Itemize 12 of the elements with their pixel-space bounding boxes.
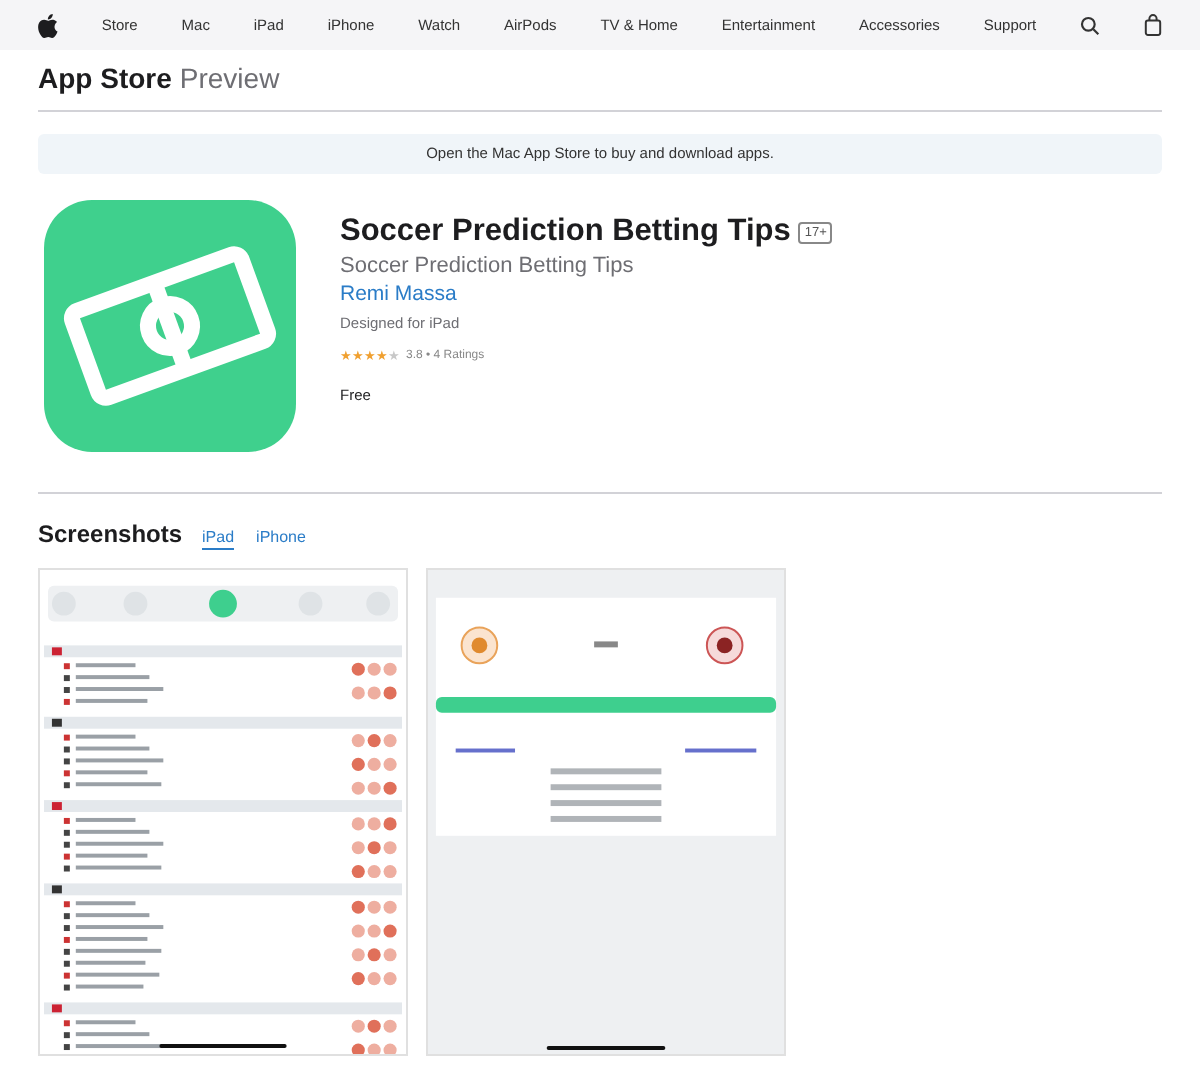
app-icon bbox=[44, 200, 296, 452]
apple-logo-icon[interactable] bbox=[38, 13, 58, 37]
app-title: Soccer Prediction Betting Tips bbox=[340, 212, 791, 252]
store-subtitle: Preview bbox=[179, 60, 280, 98]
screenshots-heading: Screenshots bbox=[38, 518, 183, 552]
app-subtitle: Soccer Prediction Betting Tips bbox=[340, 252, 636, 280]
device-tab[interactable]: iPhone bbox=[256, 526, 306, 550]
developer-link[interactable]: Remi Massa bbox=[340, 280, 833, 308]
store-title: App Store bbox=[38, 60, 172, 98]
search-icon[interactable] bbox=[1080, 15, 1101, 35]
device-tab[interactable]: iPad bbox=[202, 526, 235, 550]
bag-icon[interactable] bbox=[1143, 14, 1162, 36]
